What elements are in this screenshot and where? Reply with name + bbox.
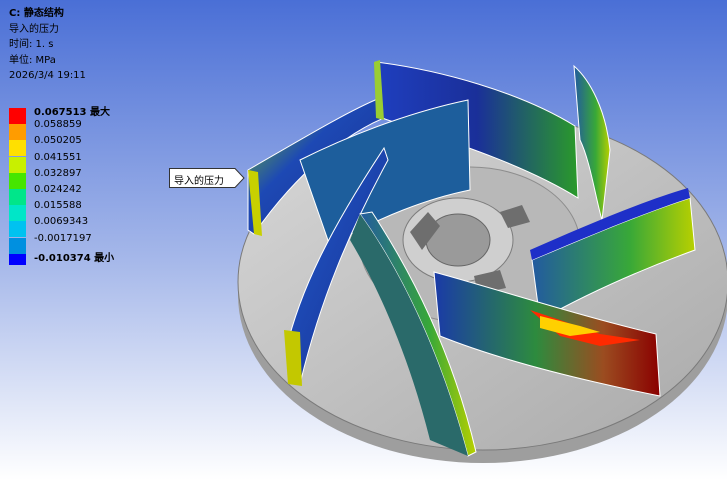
- legend-swatch: [9, 253, 26, 265]
- legend-value: -0.010374 最小: [34, 252, 115, 264]
- legend-value: 0.0069343: [34, 216, 89, 228]
- graphics-viewport[interactable]: C: 静态结构 导入的压力 时间: 1. s 单位: MPa 2026/3/4 …: [0, 0, 727, 480]
- analysis-title: C: 静态结构: [9, 8, 64, 19]
- legend-entry: 0.058859: [9, 119, 209, 141]
- legend-value: 0.024242: [34, 184, 82, 195]
- legend-entry: 0.050205: [9, 135, 209, 157]
- probe-callout[interactable]: 导入的压力: [169, 168, 245, 188]
- legend-value: -0.0017197: [34, 232, 92, 244]
- unit-label: 单位: MPa: [9, 54, 56, 66]
- callout-label: 导入的压力: [174, 176, 224, 187]
- result-name: 导入的压力: [9, 23, 59, 35]
- legend-entry: 0.041551: [9, 151, 209, 173]
- datetime-label: 2026/3/4 19:11: [9, 70, 86, 81]
- legend-entry: -0.010374 最小: [9, 249, 209, 265]
- legend-value: 0.041551: [34, 151, 82, 163]
- legend-value: 0.050205: [34, 135, 82, 147]
- result-info: C: 静态结构 导入的压力 时间: 1. s 单位: MPa 2026/3/4 …: [9, 6, 86, 84]
- legend-entry: 0.015588: [9, 200, 209, 222]
- legend-value: 0.067513 最大: [34, 107, 110, 118]
- legend-entry: 0.067513 最大: [9, 103, 209, 124]
- legend-value: 0.032897: [34, 167, 82, 179]
- legend-entry: 0.0069343: [9, 216, 209, 238]
- time-label: 时间: 1. s: [9, 39, 54, 50]
- legend-value: 0.015588: [34, 200, 82, 212]
- legend-entry: -0.0017197: [9, 232, 209, 254]
- legend-value: 0.058859: [34, 119, 82, 131]
